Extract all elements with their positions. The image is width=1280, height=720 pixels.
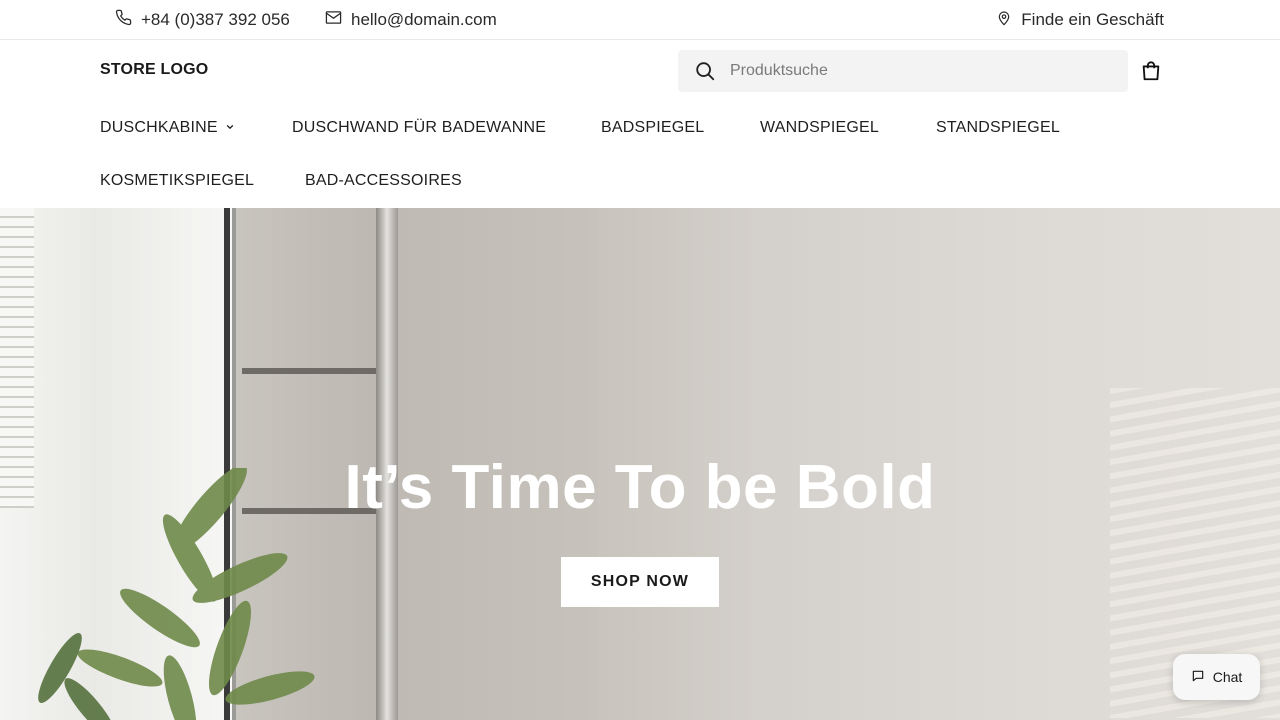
store-logo[interactable]: STORE LOGO [100,61,208,79]
email-address: hello@domain.com [351,10,497,29]
search-icon[interactable] [694,60,716,82]
hero-radiator-bar [242,368,382,374]
shop-now-button[interactable]: SHOP NOW [561,557,719,607]
store-finder-link[interactable]: Finde ein Geschäft [996,0,1164,40]
nav-item-label: BADSPIEGEL [601,119,705,136]
chat-button[interactable]: Chat [1173,654,1260,700]
mail-icon [325,9,351,31]
chat-label: Chat [1212,669,1243,685]
top-bar: +84 (0)387 392 056 hello@domain.com Find… [0,0,1280,40]
nav-item-wandspiegel[interactable]: WANDSPIEGEL [760,119,879,137]
nav-item-label: BAD-ACCESSOIRES [305,172,462,189]
nav-item-label: STANDSPIEGEL [936,119,1060,136]
nav-item-kosmetikspiegel[interactable]: KOSMETIKSPIEGEL [100,172,254,190]
search-input[interactable] [730,50,1110,92]
nav-item-badspiegel[interactable]: BADSPIEGEL [601,119,704,137]
nav-item-bad-accessoires[interactable]: BAD-ACCESSOIRES [305,172,462,190]
nav-item-label: KOSMETIKSPIEGEL [100,172,255,189]
shopping-bag-icon[interactable] [1140,60,1162,82]
nav-item-standspiegel[interactable]: STANDSPIEGEL [936,119,1060,137]
phone-icon [115,9,141,31]
nav-item-label: WANDSPIEGEL [760,119,879,136]
store-finder-label: Finde ein Geschäft [1021,10,1164,29]
hero-title: It’s Time To be Bold [344,453,936,522]
contact-phone[interactable]: +84 (0)387 392 056 [115,0,290,40]
nav-item-duschwand[interactable]: DUSCHWAND FÜR BADEWANNE [292,119,546,137]
contact-email[interactable]: hello@domain.com [325,0,497,40]
chat-bubble-icon [1191,669,1213,686]
nav-item-label: DUSCHWAND FÜR BADEWANNE [292,119,547,136]
chevron-down-icon [225,119,235,137]
hero-banner: It’s Time To be Bold SHOP NOW [0,208,1280,720]
phone-number: +84 (0)387 392 056 [141,10,290,29]
nav-item-label: DUSCHKABINE [100,119,218,136]
location-pin-icon [996,9,1021,32]
product-search [678,50,1128,92]
nav-item-duschkabine[interactable]: DUSCHKABINE [100,119,235,137]
